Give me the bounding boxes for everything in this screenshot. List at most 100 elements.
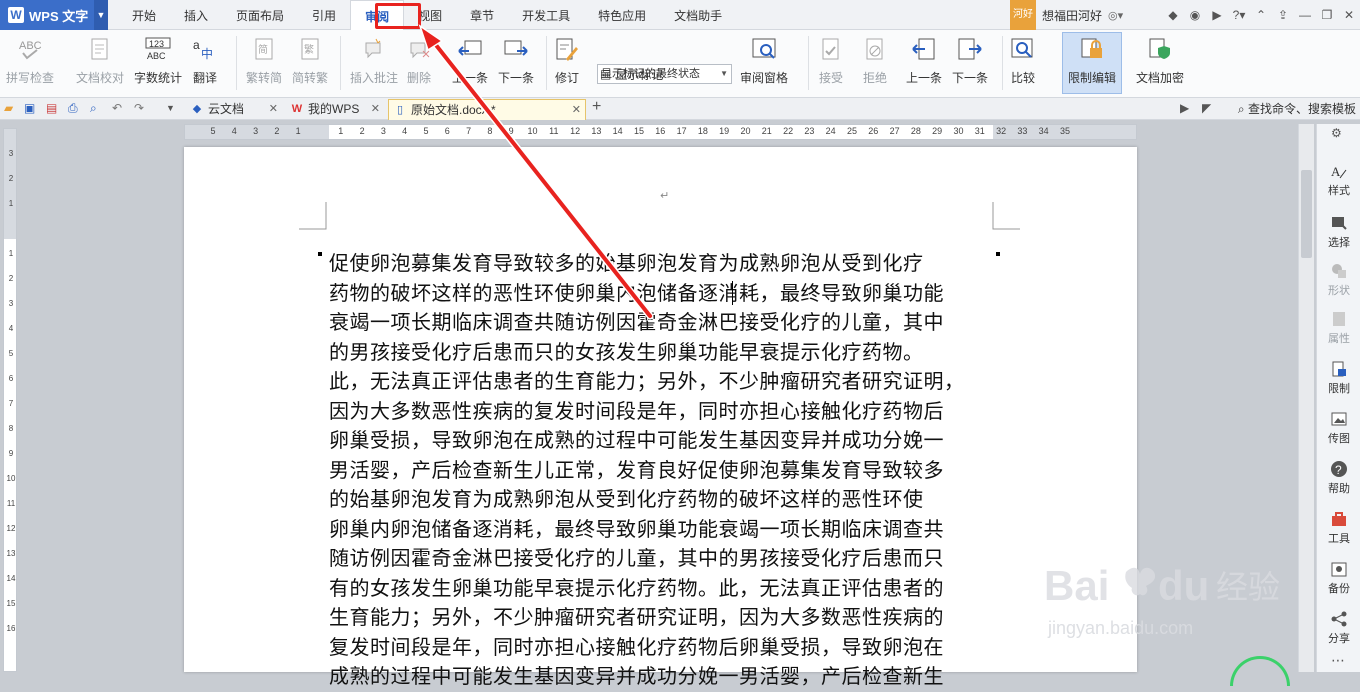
- tab-section[interactable]: 章节: [456, 0, 508, 30]
- close-icon[interactable]: ✕: [1338, 8, 1360, 22]
- review-pane-button[interactable]: 审阅窗格: [740, 34, 788, 92]
- word-count-button[interactable]: 123 ABC 字数统计: [134, 34, 182, 92]
- document-line[interactable]: 生育能力；另外，不少肿瘤研究者研究证明，因为大多数恶性疾病的: [329, 603, 995, 633]
- export-pdf-icon[interactable]: ▤: [46, 101, 57, 115]
- upload-icon[interactable]: ⇪: [1272, 8, 1294, 22]
- tab-features[interactable]: 特色应用: [584, 0, 660, 30]
- document-line[interactable]: 促使卵泡募集发育导致较多的始基卵泡发育为成熟卵泡从受到化疗: [329, 249, 995, 279]
- scrollbar-thumb[interactable]: [1301, 170, 1312, 258]
- save-icon[interactable]: ▣: [24, 101, 35, 115]
- user-area[interactable]: 河好 想福田河好 ◎▾: [1010, 0, 1123, 30]
- document-line[interactable]: 因为大多数恶性疾病的复发时间段是年，同时亦担心接触化疗药物后: [329, 397, 995, 427]
- prev-change-button[interactable]: 上一条: [906, 34, 942, 92]
- document-line[interactable]: 的男孩接受化疗后患而只的女孩发生卵巢功能早衰提示化疗药物。: [329, 338, 995, 368]
- tab-references[interactable]: 引用: [298, 0, 350, 30]
- document-line[interactable]: 此，无法真正评估患者的生育能力；另外，不少肿瘤研究者研究证明，: [329, 367, 995, 397]
- next-change-button[interactable]: 下一条: [952, 34, 988, 92]
- track-changes-button[interactable]: 修订: [554, 34, 580, 92]
- spell-check-button[interactable]: ABC 拼写检查: [6, 34, 54, 92]
- document-line[interactable]: 有的女孩发生卵巢功能早衰提示化疗药物。此，无法真正评估患者的: [329, 574, 995, 604]
- vertical-ruler[interactable]: 3 2 1 1 2 3 4 5 6 7 8 9 10 11 12 13 14 15 16: [3, 128, 17, 672]
- doc-proof-button[interactable]: 文档校对: [76, 34, 124, 92]
- restrict-edit-button[interactable]: 限制编辑: [1068, 34, 1116, 92]
- print-icon[interactable]: ⎙: [68, 101, 78, 116]
- tab-page-layout[interactable]: 页面布局: [222, 0, 298, 30]
- minimize-icon[interactable]: —: [1294, 8, 1316, 22]
- horizontal-ruler[interactable]: 5 4 3 2 1 1 2 3 4 5 6 7 8 9 10 11 12 13 14 15 16 17 18 19 20 21 22…: [184, 124, 1137, 140]
- trad-to-simp-button[interactable]: 简 繁转简: [246, 34, 282, 92]
- doc-tab-active[interactable]: ▯ 原始文档.docx * ✕: [388, 99, 586, 120]
- sidebar-item-backup[interactable]: 备份: [1317, 560, 1360, 596]
- document-line[interactable]: 男活婴，产后检查新生儿正常，发育良好促使卵泡募集发育导致较多: [329, 456, 995, 486]
- document-line[interactable]: 随访例因霍奇金淋巴接受化疗的儿童，其中的男孩接受化疗后患而只: [329, 544, 995, 574]
- simp-to-trad-button[interactable]: 繁 简转繁: [292, 34, 328, 92]
- close-icon[interactable]: ✕: [371, 99, 380, 119]
- sidebar-item-restrict[interactable]: 限制: [1317, 360, 1360, 396]
- document-line[interactable]: 成熟的过程中可能发生基因变异并成功分娩一男活婴，产后检查新生: [329, 662, 995, 692]
- sidebar-item-share[interactable]: 分享: [1317, 610, 1360, 646]
- selection-handle[interactable]: [318, 252, 322, 256]
- vertical-scrollbar[interactable]: [1298, 124, 1314, 672]
- ribbon-collapse-icon[interactable]: ⌃: [1250, 8, 1272, 22]
- tab-doc-assistant[interactable]: 文档助手: [660, 0, 736, 30]
- svg-text:繁: 繁: [304, 43, 314, 56]
- chevron-down-icon[interactable]: ▼: [94, 0, 108, 30]
- margin-corner-top-left: [299, 202, 327, 230]
- more-icon[interactable]: ⋯: [1331, 652, 1345, 669]
- document-page[interactable]: ↵ 促使卵泡募集发育导致较多的始基卵泡发育为成熟卵泡从受到化疗 药物的破坏这样的恶…: [184, 147, 1137, 688]
- selection-handle[interactable]: [996, 252, 1000, 256]
- undo-icon[interactable]: ↶: [112, 101, 122, 115]
- app-menu-button[interactable]: W WPS 文字 ▼: [0, 0, 108, 30]
- document-body[interactable]: 促使卵泡募集发育导致较多的始基卵泡发育为成熟卵泡从受到化疗 药物的破坏这样的恶性环…: [329, 249, 995, 692]
- compare-button[interactable]: 比较: [1010, 34, 1036, 92]
- close-icon[interactable]: ✕: [269, 99, 278, 119]
- sidebar-item-style[interactable]: A 样式: [1317, 162, 1360, 198]
- document-line[interactable]: 的始基卵泡发育为成熟卵泡从受到化疗药物的破坏这样的恶性环使: [329, 485, 995, 515]
- prev-comment-button[interactable]: 上一条: [452, 34, 488, 92]
- help-icon[interactable]: ?▾: [1228, 8, 1250, 22]
- pin-icon[interactable]: ◤: [1202, 101, 1211, 115]
- doc-tab-cloud[interactable]: ◆ 云文档 ✕: [186, 99, 282, 120]
- delete-comment-button[interactable]: 删除: [406, 34, 432, 92]
- show-markup-button[interactable]: ▤ 显示标记: [600, 62, 663, 86]
- document-line[interactable]: 药物的破坏这样的恶性环使卵巢内泡储备逐消耗，最终导致卵巢功能: [329, 279, 995, 309]
- user-name[interactable]: 想福田河好: [1036, 7, 1108, 24]
- document-line[interactable]: 复发时间段是年，同时亦担心接触化疗药物后卵巢受损，导致卵泡在: [329, 633, 995, 663]
- sidebar-item-upload-image[interactable]: 传图: [1317, 410, 1360, 446]
- ruler-tick: 31: [974, 126, 985, 136]
- redo-icon[interactable]: ↷: [134, 101, 144, 115]
- sidebar-item-help[interactable]: ? 帮助: [1317, 460, 1360, 496]
- floating-assistant-button[interactable]: [1230, 656, 1290, 686]
- next-comment-button[interactable]: 下一条: [498, 34, 534, 92]
- reject-button[interactable]: 拒绝: [862, 34, 888, 92]
- restore-icon[interactable]: ❐: [1316, 8, 1338, 22]
- ruler-tick: 10: [527, 126, 538, 136]
- document-line[interactable]: 衰竭一项长期临床调查共随访例因霍奇金淋巴接受化疗的儿童，其中: [329, 308, 995, 338]
- tab-developer[interactable]: 开发工具: [508, 0, 584, 30]
- command-search[interactable]: ⌕ 查找命令、搜索模板: [1238, 100, 1356, 117]
- document-line[interactable]: 卵巢受损，导致卵泡在成熟的过程中可能发生基因变异并成功分娩一: [329, 426, 995, 456]
- close-icon[interactable]: ✕: [572, 100, 581, 120]
- print-preview-icon[interactable]: ⌕: [90, 101, 97, 116]
- play-icon[interactable]: ▶: [1180, 101, 1189, 115]
- doc-tab-mywps[interactable]: W 我的WPS ✕: [286, 99, 384, 120]
- share-icon[interactable]: ▶: [1206, 8, 1228, 22]
- new-tab-icon[interactable]: +: [592, 98, 601, 116]
- tab-insert[interactable]: 插入: [170, 0, 222, 30]
- translate-button[interactable]: a中 翻译: [192, 34, 218, 92]
- sidebar-item-properties[interactable]: 属性: [1317, 310, 1360, 346]
- sidebar-item-select[interactable]: 选择: [1317, 214, 1360, 250]
- chevron-down-icon[interactable]: ▼: [166, 103, 175, 113]
- open-folder-icon[interactable]: ▰: [4, 101, 13, 115]
- feedback-icon[interactable]: ◉: [1184, 8, 1206, 22]
- sidebar-item-tools[interactable]: 工具: [1317, 510, 1360, 546]
- doc-encrypt-button[interactable]: 文档加密: [1136, 34, 1184, 92]
- skin-icon[interactable]: ◆: [1162, 8, 1184, 22]
- document-line[interactable]: 卵巢内卵泡储备逐消耗，最终导致卵巢功能衰竭一项长期临床调查共: [329, 515, 995, 545]
- sidebar-settings-icon[interactable]: ⚙: [1331, 126, 1342, 140]
- sidebar-item-shape[interactable]: 形状: [1317, 262, 1360, 298]
- accept-button[interactable]: 接受: [818, 34, 844, 92]
- tab-home[interactable]: 开始: [118, 0, 170, 30]
- insert-comment-button[interactable]: 插入批注: [350, 34, 398, 92]
- ruler-tick: 6: [8, 374, 14, 383]
